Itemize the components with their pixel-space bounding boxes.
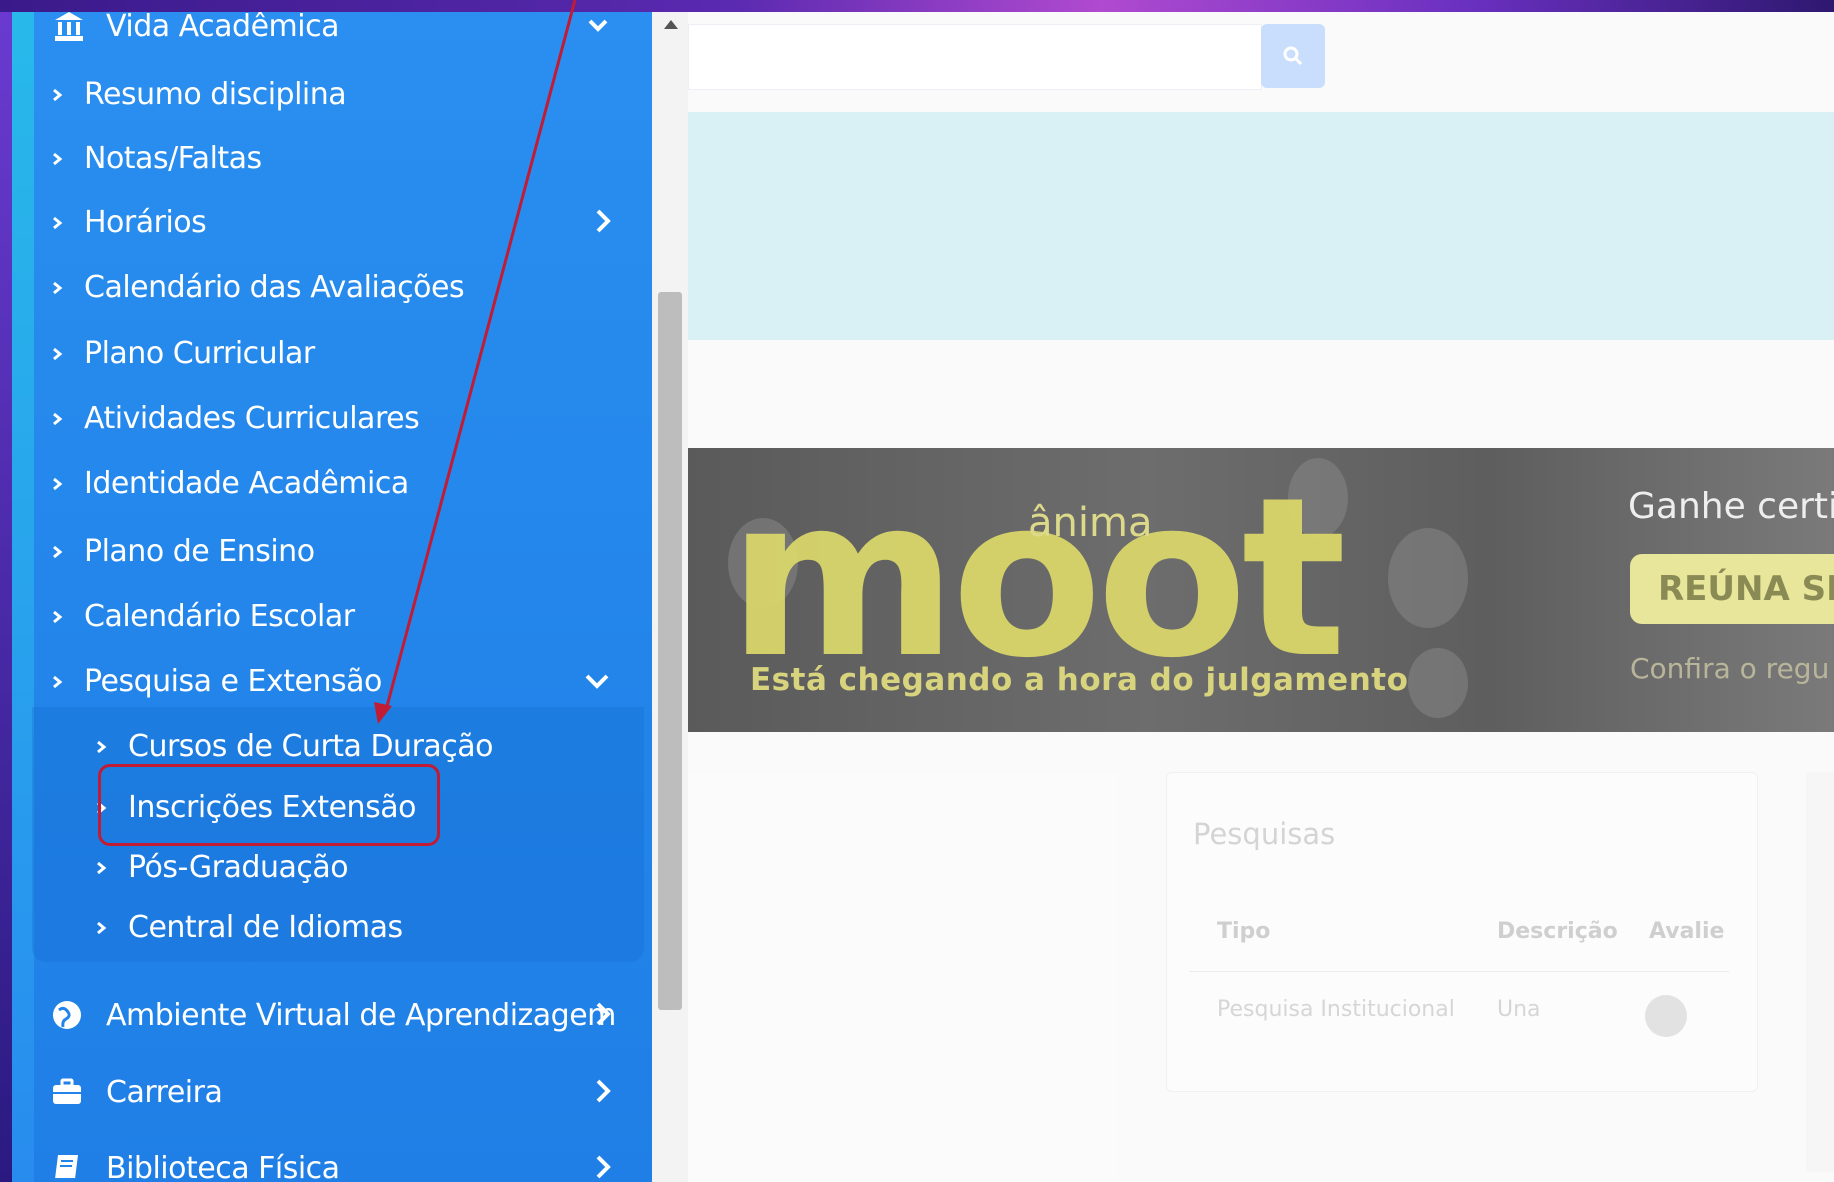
chevron-right-icon: [53, 281, 63, 295]
sidebar-item-label: Plano de Ensino: [84, 533, 315, 569]
main-content: moot ânima Está chegando a hora do julga…: [688, 12, 1834, 1182]
table-header: Avalie: [1649, 919, 1725, 944]
chevron-down-icon: [585, 674, 609, 689]
table-cell: Pesquisa Institucional: [1217, 997, 1455, 1022]
banner-note: Confira o regu: [1630, 652, 1830, 685]
person-silhouette: [1408, 648, 1468, 718]
window-left-border: [0, 12, 12, 1182]
sidebar-item[interactable]: Horários: [12, 194, 652, 250]
sidebar-scrollbar[interactable]: [652, 12, 688, 1182]
chevron-right-icon: [53, 216, 63, 230]
info-banner-area: [688, 112, 1834, 340]
sidebar-section[interactable]: Biblioteca Física: [12, 1140, 652, 1182]
promo-banner[interactable]: moot ânima Está chegando a hora do julga…: [688, 448, 1834, 732]
sidebar-item-label: Calendário Escolar: [84, 598, 355, 634]
chevron-right-icon: [53, 545, 63, 559]
chevron-down-icon: [588, 19, 608, 32]
sidebar-menu: Vida Acadêmica Resumo disciplina Notas/Fa…: [12, 12, 652, 1182]
sidebar-item-label: Atividades Curriculares: [84, 400, 420, 436]
chevron-right-icon: [53, 152, 63, 166]
sidebar-item-label: Horários: [84, 204, 207, 240]
sidebar-item-label: Identidade Acadêmica: [84, 465, 409, 501]
sidebar-item[interactable]: Resumo disciplina: [12, 66, 652, 122]
left-card: [688, 772, 1118, 1182]
search-icon: [1283, 46, 1303, 66]
table-cell: Una: [1497, 997, 1541, 1022]
table-divider: [1189, 971, 1729, 972]
table-header: Descrição: [1497, 919, 1618, 944]
sidebar-section-label: Ambiente Virtual de Aprendizagem: [106, 997, 616, 1033]
sidebar-item[interactable]: Plano Curricular: [12, 325, 652, 381]
sidebar-item[interactable]: Pesquisa e Extensão: [12, 653, 652, 709]
sidebar-item-vida-academica[interactable]: Vida Acadêmica: [12, 12, 652, 54]
chevron-right-icon: [97, 921, 107, 935]
chevron-right-icon: [53, 675, 63, 689]
sidebar-subitem-label: Cursos de Curta Duração: [128, 728, 494, 764]
sidebar-subitem[interactable]: Pós-Graduação: [12, 839, 652, 895]
banner-cta-button[interactable]: REÚNA SE: [1630, 554, 1834, 624]
chevron-right-icon: [596, 209, 611, 233]
chevron-right-icon: [53, 347, 63, 361]
sidebar-item[interactable]: Calendário Escolar: [12, 588, 652, 644]
bank-icon: [55, 12, 83, 41]
banner-brand-small: ânima: [1028, 500, 1153, 546]
sidebar-subitem-label: Central de Idiomas: [128, 909, 403, 945]
chevron-right-icon: [596, 1155, 611, 1179]
sidebar-item-label: Vida Acadêmica: [106, 12, 339, 44]
globe-icon: [53, 1001, 81, 1029]
briefcase-icon: [53, 1078, 81, 1104]
sidebar-item[interactable]: Notas/Faltas: [12, 130, 652, 186]
pesquisas-card: Pesquisas Tipo Descrição Avalie Pesquisa…: [1166, 772, 1758, 1092]
chevron-right-icon: [53, 477, 63, 491]
sidebar-subitem[interactable]: Central de Idiomas: [12, 899, 652, 955]
sidebar-item[interactable]: Calendário das Avaliações: [12, 259, 652, 315]
annotation-highlight-box: [98, 764, 440, 846]
search-button[interactable]: [1261, 24, 1325, 88]
sidebar-item-label: Notas/Faltas: [84, 140, 262, 176]
pesquisas-title: Pesquisas: [1193, 817, 1336, 851]
sidebar-item-label: Calendário das Avaliações: [84, 269, 465, 305]
sidebar-item-label: Plano Curricular: [84, 335, 315, 371]
search-input[interactable]: [688, 24, 1262, 90]
chevron-right-icon: [97, 861, 107, 875]
banner-headline: Ganhe certi: [1628, 486, 1834, 527]
sidebar-section-label: Carreira: [106, 1074, 223, 1110]
chevron-right-icon: [97, 740, 107, 754]
sidebar-item-label: Pesquisa e Extensão: [84, 663, 382, 699]
sidebar-section[interactable]: Ambiente Virtual de Aprendizagem: [12, 987, 652, 1043]
chat-evaluate-icon[interactable]: [1645, 995, 1687, 1037]
scroll-up-arrow-icon[interactable]: [664, 20, 678, 29]
sidebar-item[interactable]: Identidade Acadêmica: [12, 455, 652, 511]
person-silhouette: [1388, 528, 1468, 628]
scrollbar-thumb[interactable]: [658, 292, 682, 1010]
sidebar-section[interactable]: Carreira: [12, 1064, 652, 1120]
sidebar-item[interactable]: Plano de Ensino: [12, 523, 652, 579]
window-top-bar: [0, 0, 1834, 12]
right-card-edge: [1806, 772, 1834, 1172]
sidebar-item-label: Resumo disciplina: [84, 76, 347, 112]
chevron-right-icon: [53, 88, 63, 102]
book-icon: [55, 1155, 78, 1180]
chevron-right-icon: [596, 1002, 611, 1026]
sidebar-item[interactable]: Atividades Curriculares: [12, 390, 652, 446]
chevron-right-icon: [53, 610, 63, 624]
sidebar-subitem-label: Pós-Graduação: [128, 849, 349, 885]
table-header: Tipo: [1217, 919, 1271, 944]
sidebar-section-label: Biblioteca Física: [106, 1150, 340, 1182]
chevron-right-icon: [596, 1079, 611, 1103]
banner-tagline: Está chegando a hora do julgamento: [750, 662, 1409, 698]
chevron-right-icon: [53, 412, 63, 426]
